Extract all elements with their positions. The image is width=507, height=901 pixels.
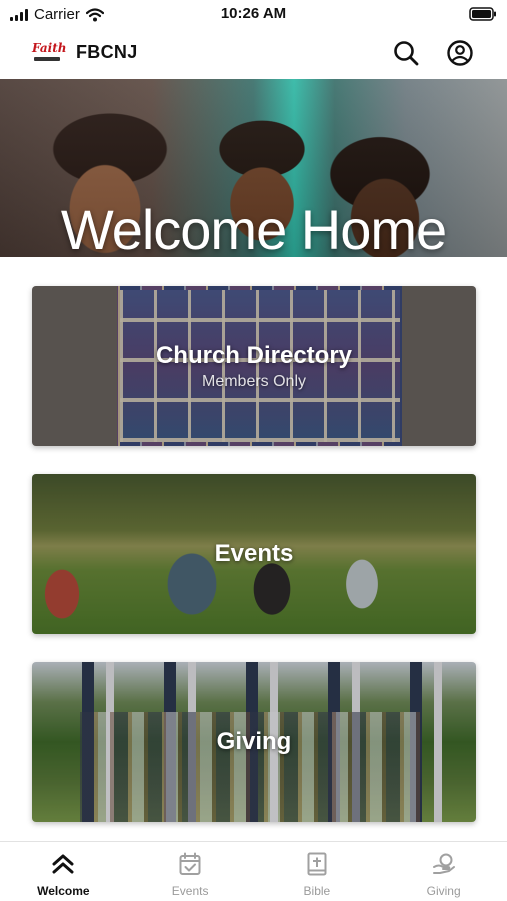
search-icon[interactable] xyxy=(392,39,420,67)
account-icon[interactable] xyxy=(446,39,474,67)
giving-hand-icon xyxy=(432,853,455,874)
tab-label-events: Events xyxy=(171,884,209,898)
church-directory-card[interactable]: Church Directory Members Only xyxy=(32,286,476,446)
giving-card[interactable]: Giving xyxy=(32,662,476,822)
card-subtitle-directory: Members Only xyxy=(201,373,307,390)
tab-label-giving: Giving xyxy=(426,884,461,898)
double-chevron-up-icon xyxy=(52,854,74,874)
status-bar: Carrier 10:26 AM xyxy=(0,0,507,30)
logo-text: Faith xyxy=(32,41,67,55)
app-header: Faith FBCNJ xyxy=(0,30,507,76)
card-title-directory: Church Directory xyxy=(155,342,353,369)
events-card[interactable]: Events xyxy=(32,474,476,634)
tab-welcome[interactable]: Welcome xyxy=(0,842,127,901)
calendar-check-icon xyxy=(179,852,201,875)
status-time: 10:26 AM xyxy=(220,5,287,22)
bible-cross-icon xyxy=(307,852,327,876)
battery-icon xyxy=(469,7,496,21)
faith-logo[interactable]: Faith xyxy=(32,41,66,65)
app-title: FBCNJ xyxy=(76,42,138,62)
tab-giving[interactable]: Giving xyxy=(380,842,507,901)
tab-events[interactable]: Events xyxy=(127,842,254,901)
logo-underline xyxy=(34,57,60,61)
card-title-giving: Giving xyxy=(216,728,292,755)
hero-banner: Welcome Home xyxy=(0,79,507,257)
card-title-events: Events xyxy=(214,540,294,567)
tab-label-welcome: Welcome xyxy=(37,884,90,898)
tab-label-bible: Bible xyxy=(303,884,331,898)
tab-bible[interactable]: Bible xyxy=(254,842,381,901)
hero-title: Welcome Home xyxy=(60,198,447,257)
bottom-tab-bar: Welcome Events Bible Giving xyxy=(0,841,507,901)
